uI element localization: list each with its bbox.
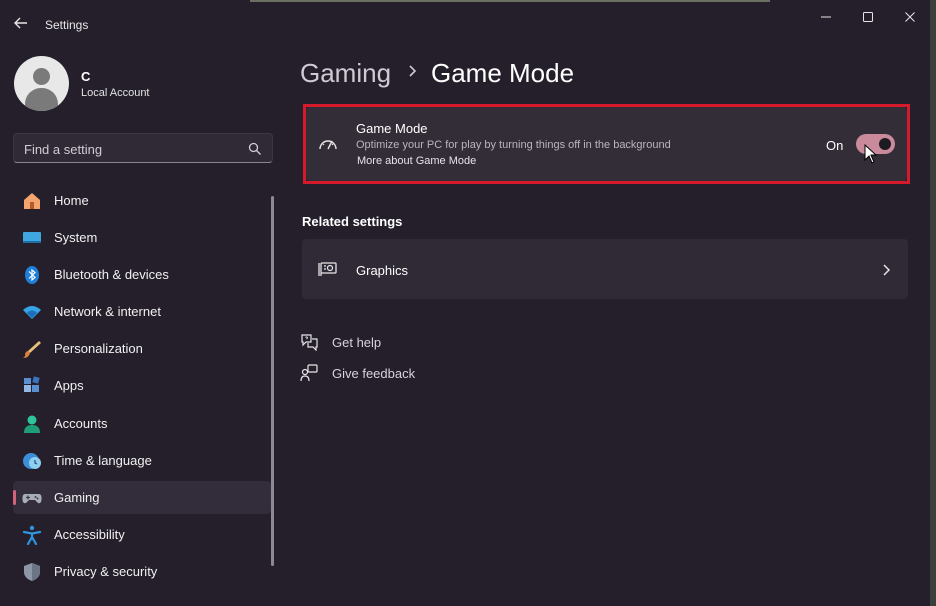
sidebar-item-label: System bbox=[54, 230, 98, 245]
title-bar: Settings bbox=[0, 0, 930, 40]
avatar-body bbox=[25, 88, 58, 111]
system-icon bbox=[23, 232, 41, 243]
home-icon bbox=[24, 193, 40, 209]
sidebar-scrollbar[interactable] bbox=[271, 196, 274, 566]
sidebar-item-bluetooth[interactable]: Bluetooth & devices bbox=[13, 258, 271, 291]
toggle-state-label: On bbox=[826, 138, 844, 153]
network-icon bbox=[23, 306, 41, 319]
give-feedback-label: Give feedback bbox=[332, 366, 416, 381]
desktop-background-edge bbox=[930, 0, 936, 606]
sidebar-item-label: Personalization bbox=[54, 341, 143, 356]
sidebar-item-apps[interactable]: Apps bbox=[13, 369, 271, 402]
give-feedback-link[interactable]: Give feedback bbox=[300, 362, 460, 384]
related-settings-heading: Related settings bbox=[302, 214, 403, 229]
get-help-icon bbox=[301, 334, 318, 351]
breadcrumb-parent[interactable]: Gaming bbox=[300, 58, 391, 89]
graphics-card-icon bbox=[318, 262, 337, 276]
sidebar-item-network[interactable]: Network & internet bbox=[13, 295, 271, 328]
sidebar-item-time-language[interactable]: Time & language bbox=[13, 444, 271, 477]
sidebar-item-privacy[interactable]: Privacy & security bbox=[13, 555, 271, 588]
arrow-left-icon bbox=[14, 17, 27, 29]
accessibility-icon bbox=[22, 525, 42, 545]
sidebar-item-system[interactable]: System bbox=[13, 221, 271, 254]
search-placeholder: Find a setting bbox=[24, 142, 103, 157]
close-button[interactable] bbox=[899, 8, 921, 26]
toggle-knob bbox=[879, 138, 891, 150]
maximize-button[interactable] bbox=[857, 8, 879, 26]
minimize-button[interactable] bbox=[815, 8, 837, 26]
sidebar-item-label: Accessibility bbox=[54, 527, 125, 542]
maximize-icon bbox=[863, 12, 873, 22]
avatar[interactable] bbox=[14, 56, 69, 111]
sidebar-item-label: Privacy & security bbox=[54, 564, 158, 579]
privacy-icon bbox=[24, 563, 40, 581]
sidebar-item-home[interactable]: Home bbox=[13, 184, 271, 217]
bluetooth-icon bbox=[25, 266, 39, 284]
sidebar-item-label: Network & internet bbox=[54, 304, 161, 319]
sidebar-item-label: Home bbox=[54, 193, 89, 208]
feedback-icon bbox=[300, 364, 318, 382]
get-help-label: Get help bbox=[332, 335, 382, 350]
gaming-icon bbox=[22, 494, 42, 504]
app-title: Settings bbox=[45, 18, 89, 32]
back-button[interactable] bbox=[10, 12, 32, 34]
user-name: C bbox=[81, 69, 91, 84]
search-icon[interactable] bbox=[248, 142, 262, 156]
minimize-icon bbox=[821, 16, 831, 18]
sidebar-item-label: Time & language bbox=[54, 453, 152, 468]
account-type: Local Account bbox=[81, 87, 150, 99]
graphics-label: Graphics bbox=[356, 263, 409, 278]
accounts-icon bbox=[24, 415, 40, 433]
more-about-game-mode-link[interactable]: More about Game Mode bbox=[357, 155, 476, 167]
mouse-cursor-icon bbox=[864, 144, 878, 164]
sidebar-item-label: Bluetooth & devices bbox=[54, 267, 169, 282]
close-icon bbox=[905, 12, 915, 22]
sidebar-item-label: Accounts bbox=[54, 416, 108, 431]
get-help-link[interactable]: Get help bbox=[300, 331, 460, 353]
avatar-head bbox=[33, 68, 50, 85]
game-mode-description: Optimize your PC for play by turning thi… bbox=[356, 139, 671, 151]
apps-icon bbox=[24, 376, 40, 392]
time-language-icon bbox=[23, 453, 41, 469]
sidebar-item-personalization[interactable]: Personalization bbox=[13, 332, 271, 365]
personalization-icon bbox=[23, 341, 41, 358]
sidebar-item-label: Gaming bbox=[54, 490, 100, 505]
page-title: Game Mode bbox=[431, 58, 575, 88]
sidebar-item-gaming[interactable]: Gaming bbox=[13, 481, 271, 514]
chevron-right-icon bbox=[883, 264, 891, 276]
game-mode-title: Game Mode bbox=[356, 121, 428, 136]
chevron-right-icon bbox=[409, 65, 417, 77]
game-mode-icon bbox=[319, 140, 337, 150]
sidebar-item-accessibility[interactable]: Accessibility bbox=[13, 518, 271, 551]
sidebar-item-label: Apps bbox=[54, 378, 84, 393]
sidebar-item-accounts[interactable]: Accounts bbox=[13, 407, 271, 440]
search-input[interactable]: Find a setting bbox=[13, 133, 273, 163]
